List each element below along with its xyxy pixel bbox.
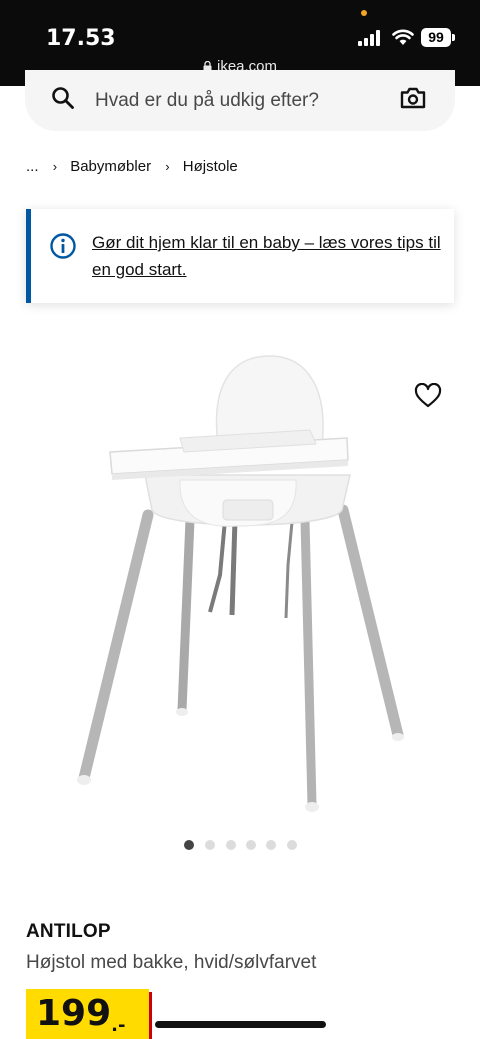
cellular-signal-icon bbox=[358, 30, 384, 46]
product-image[interactable] bbox=[60, 350, 420, 815]
clock: 17.53 bbox=[46, 26, 116, 51]
wifi-icon bbox=[392, 29, 414, 45]
breadcrumb: ... › Babymøbler › Højstole bbox=[26, 157, 238, 175]
carousel-dot[interactable] bbox=[266, 840, 276, 850]
search-bar[interactable]: Hvad er du på udkig efter? bbox=[25, 70, 455, 131]
product-description: Højstol med bakke, hvid/sølvfarvet bbox=[26, 952, 317, 973]
carousel-dot[interactable] bbox=[184, 840, 194, 850]
baby-tips-link[interactable]: Gør dit hjem klar til en baby – læs vore… bbox=[92, 229, 442, 283]
privacy-indicator bbox=[361, 10, 367, 16]
home-indicator[interactable] bbox=[155, 1021, 326, 1028]
battery-level: 99 bbox=[421, 28, 451, 47]
price-tag: 199.- bbox=[26, 989, 150, 1039]
breadcrumb-item-babymobler[interactable]: Babymøbler bbox=[70, 158, 151, 175]
breadcrumb-item-hojstole[interactable]: Højstole bbox=[183, 158, 238, 175]
heart-icon[interactable] bbox=[414, 383, 442, 409]
chevron-right-icon: › bbox=[52, 158, 58, 174]
battery-icon: 99 bbox=[421, 28, 455, 47]
breadcrumb-more[interactable]: ... bbox=[26, 158, 39, 175]
carousel-dot[interactable] bbox=[287, 840, 297, 850]
search-input[interactable]: Hvad er du på udkig efter? bbox=[95, 90, 319, 112]
price-decimal: .- bbox=[111, 1015, 126, 1036]
price-integer: 199 bbox=[36, 993, 112, 1034]
info-banner: Gør dit hjem klar til en baby – læs vore… bbox=[26, 209, 454, 303]
info-icon bbox=[50, 233, 76, 259]
carousel-dot[interactable] bbox=[205, 840, 215, 850]
chevron-right-icon: › bbox=[165, 158, 170, 174]
product-name: ANTILOP bbox=[26, 921, 111, 942]
carousel-dot[interactable] bbox=[246, 840, 256, 850]
carousel-dot[interactable] bbox=[226, 840, 236, 850]
search-icon[interactable] bbox=[51, 86, 75, 110]
camera-icon[interactable] bbox=[400, 87, 426, 109]
